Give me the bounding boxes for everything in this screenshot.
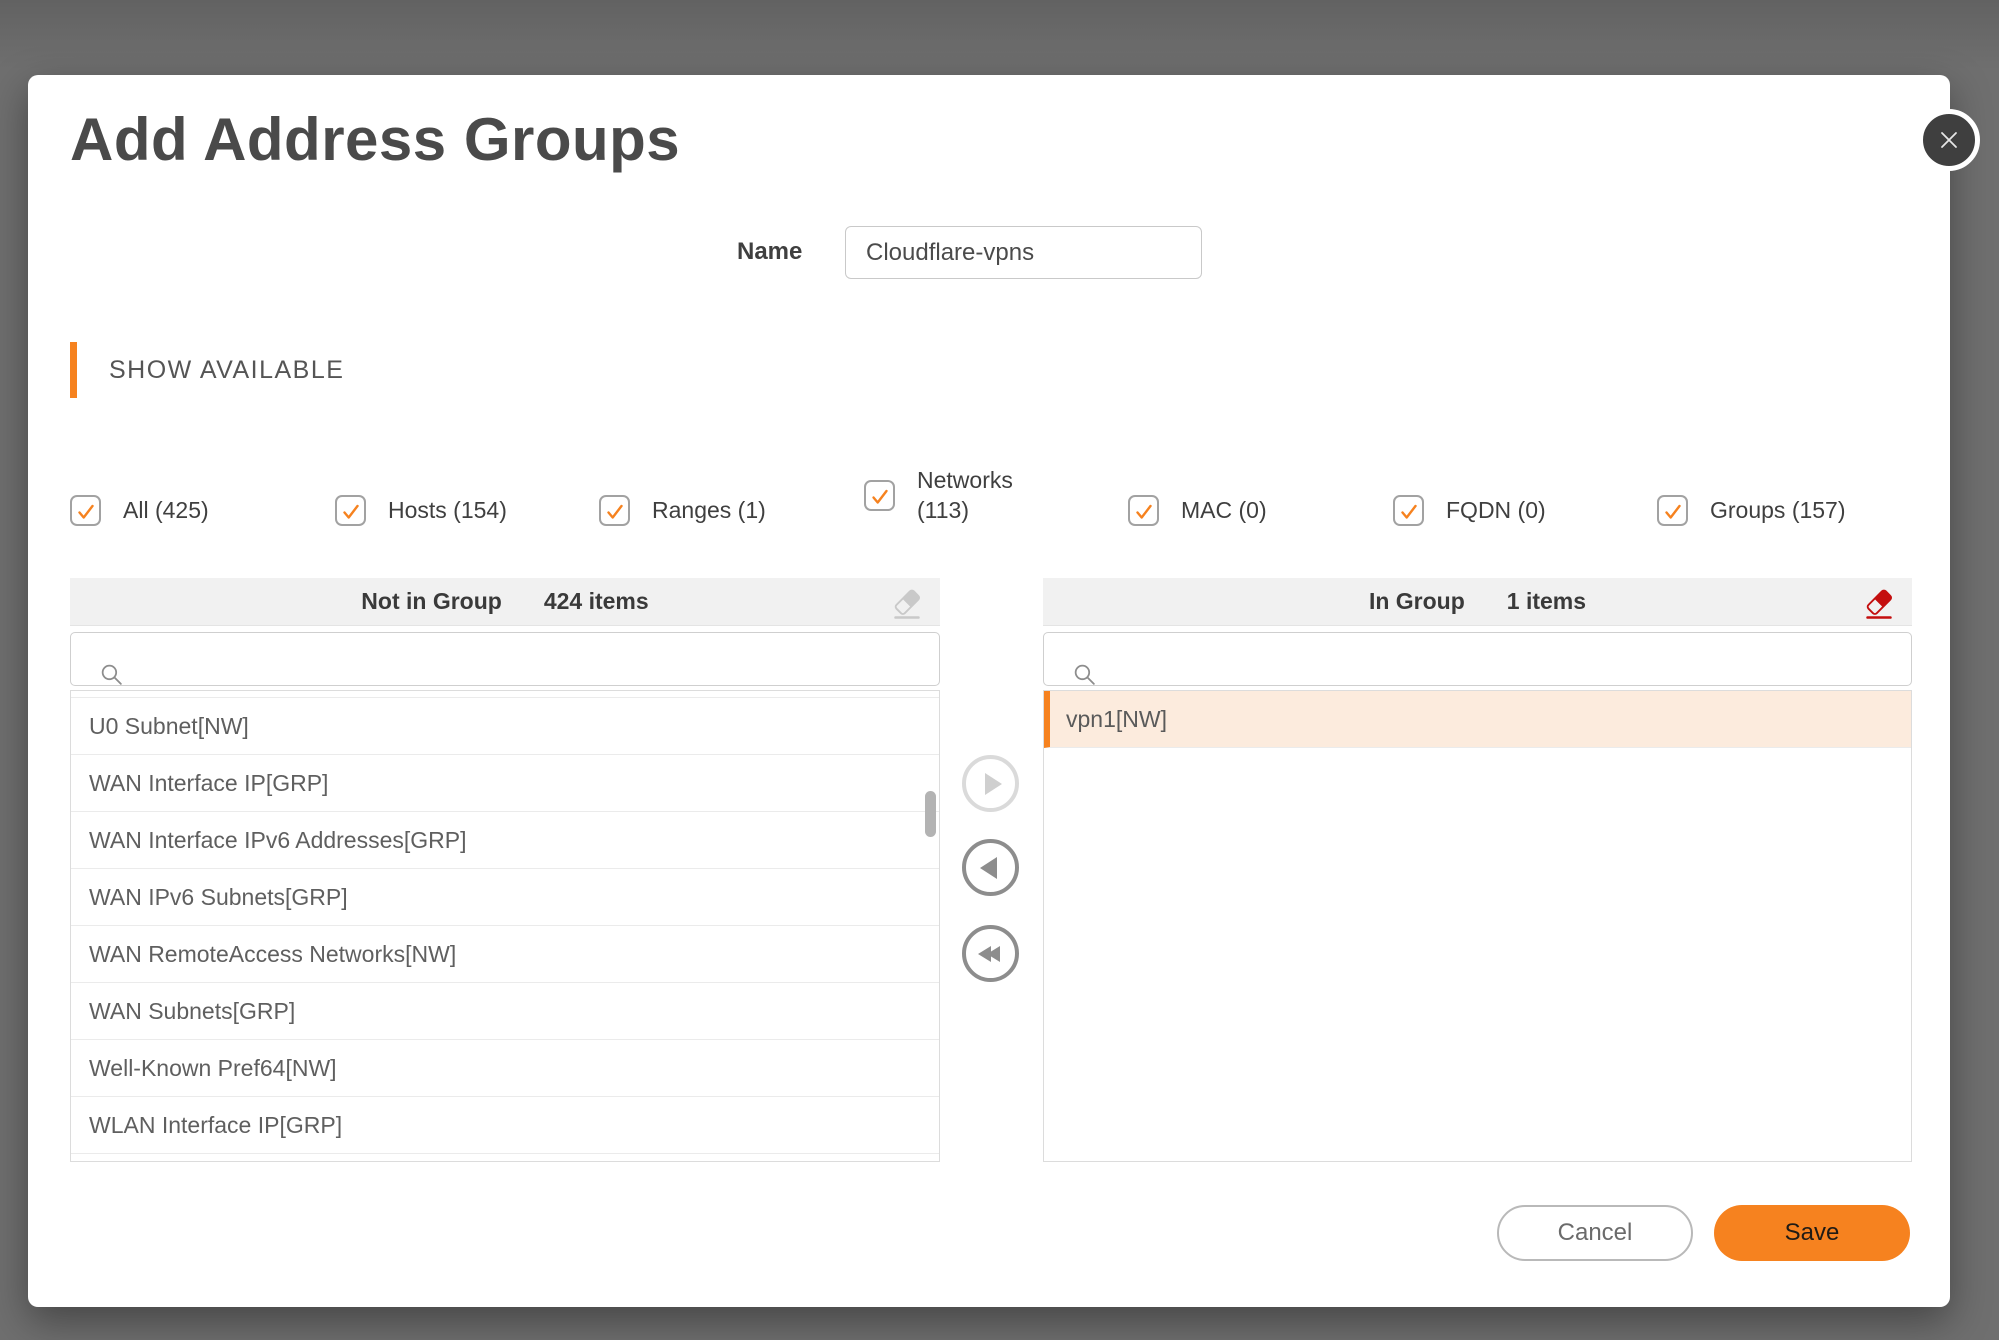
filter-label: Groups (157) <box>1710 497 1846 523</box>
move-all-left-icon <box>978 945 1000 962</box>
clear-not-in-group-button[interactable] <box>888 586 926 622</box>
list-item[interactable]: WAN RemoteAccess Networks[NW] <box>71 926 939 983</box>
filter-label: Ranges (1) <box>652 497 766 523</box>
not-in-group-list: U0 Subnet[NW] WAN Interface IP[GRP] WAN In… <box>70 690 940 1162</box>
checkbox-checked-icon[interactable] <box>599 495 630 526</box>
filter-label: Hosts (154) <box>388 497 507 523</box>
close-icon <box>1937 128 1961 152</box>
in-group-search-input[interactable] <box>1044 633 1911 685</box>
not-in-group-header: Not in Group 424 items <box>70 578 940 626</box>
filter-all[interactable]: All (425) <box>70 495 209 526</box>
move-right-icon <box>984 772 1002 795</box>
close-button[interactable] <box>1918 109 1980 171</box>
save-button[interactable]: Save <box>1714 1205 1910 1261</box>
list-item[interactable]: U0 Subnet[NW] <box>71 698 939 755</box>
panel-count: 424 items <box>543 588 649 614</box>
not-in-group-search-input[interactable] <box>71 633 939 685</box>
not-in-group-panel: Not in Group 424 items U0 Subnet[NW] WAN… <box>70 578 940 1163</box>
filter-ranges[interactable]: Ranges (1) <box>599 495 766 526</box>
filter-label: All (425) <box>123 497 209 523</box>
panel-count: 1 items <box>1506 588 1587 614</box>
list-item[interactable]: vpn1[NW] <box>1044 691 1911 748</box>
filter-label: FQDN (0) <box>1446 497 1546 523</box>
in-group-search <box>1043 632 1912 686</box>
move-right-button[interactable] <box>962 755 1019 812</box>
clear-in-group-button[interactable] <box>1860 586 1898 622</box>
name-label: Name <box>737 238 803 265</box>
add-address-groups-dialog: Add Address Groups Name SHOW AVAILABLE A… <box>28 75 1980 1307</box>
checkbox-checked-icon[interactable] <box>1128 495 1159 526</box>
move-left-icon <box>979 856 997 879</box>
scrollbar-thumb[interactable] <box>925 791 936 837</box>
list-item[interactable]: WAN Interface IP[GRP] <box>71 755 939 812</box>
in-group-list: vpn1[NW] <box>1043 690 1912 1162</box>
filter-hosts[interactable]: Hosts (154) <box>335 495 507 526</box>
section-header: SHOW AVAILABLE <box>70 342 344 398</box>
checkbox-checked-icon[interactable] <box>1657 495 1688 526</box>
list-item[interactable]: WAN Interface IPv6 Addresses[GRP] <box>71 812 939 869</box>
list-item[interactable]: WAN IPv6 Subnets[GRP] <box>71 869 939 926</box>
list-item[interactable]: Well-Known Pref64[NW] <box>71 1040 939 1097</box>
filter-mac[interactable]: MAC (0) <box>1128 495 1267 526</box>
eraser-icon <box>1863 587 1895 621</box>
name-row: Name <box>28 226 1950 279</box>
filter-groups[interactable]: Groups (157) <box>1657 495 1846 526</box>
move-left-button[interactable] <box>962 839 1019 896</box>
checkbox-checked-icon[interactable] <box>70 495 101 526</box>
accent-bar <box>70 342 77 398</box>
checkbox-checked-icon[interactable] <box>864 479 895 511</box>
move-all-left-button[interactable] <box>962 925 1019 982</box>
checkbox-checked-icon[interactable] <box>335 495 366 526</box>
panel-title: In Group <box>1368 588 1465 614</box>
checkbox-checked-icon[interactable] <box>1393 495 1424 526</box>
eraser-icon <box>891 587 923 621</box>
in-group-panel: In Group 1 items vpn1[NW] <box>1043 578 1912 1163</box>
filter-label: MAC (0) <box>1181 497 1267 523</box>
not-in-group-search <box>70 632 940 686</box>
list-item[interactable]: WAN Subnets[GRP] <box>71 983 939 1040</box>
dialog-title: Add Address Groups <box>70 106 681 173</box>
cancel-button[interactable]: Cancel <box>1497 1205 1693 1261</box>
section-header-label: SHOW AVAILABLE <box>109 355 345 384</box>
list-scroll-sliver <box>71 691 939 698</box>
filter-networks[interactable]: Networks (113) <box>864 465 1029 525</box>
list-item[interactable]: WLAN Interface IP[GRP] <box>71 1097 939 1154</box>
in-group-header: In Group 1 items <box>1043 578 1912 626</box>
filter-label: Networks (113) <box>917 467 1013 523</box>
filter-fqdn[interactable]: FQDN (0) <box>1393 495 1546 526</box>
name-input[interactable] <box>845 226 1202 279</box>
panel-title: Not in Group <box>361 588 502 614</box>
